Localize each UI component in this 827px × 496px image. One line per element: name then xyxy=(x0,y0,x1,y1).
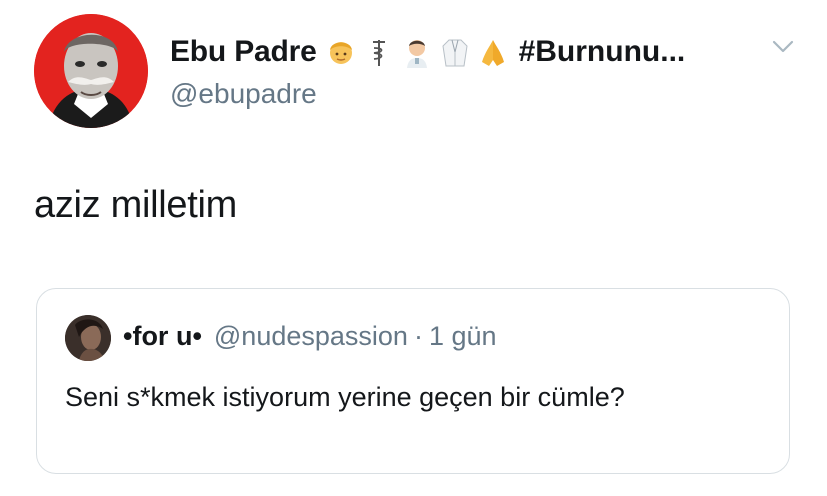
lab-coat-emoji-icon xyxy=(441,36,469,68)
author-name-row: Ebu Padre #Burnunu... xyxy=(170,32,810,72)
chevron-down-icon[interactable] xyxy=(772,40,794,54)
portrait-avatar-icon xyxy=(34,14,148,128)
author-handle[interactable]: @ebupadre xyxy=(170,78,317,110)
author-display-name[interactable]: Ebu Padre xyxy=(170,35,317,69)
folded-hands-emoji-icon xyxy=(479,36,507,68)
quoted-display-name[interactable]: •for u• xyxy=(123,321,202,352)
quoted-author-avatar[interactable] xyxy=(65,315,111,361)
tweet-text: aziz milletim xyxy=(34,184,238,226)
tweet-header: Ebu Padre #Burnunu... @ebupadre xyxy=(34,14,804,128)
author-hashtag[interactable]: #Burnunu... xyxy=(519,35,686,69)
quoted-header: •for u• @nudespassion · 1 gün xyxy=(123,321,497,352)
medical-symbol-emoji-icon xyxy=(365,36,393,68)
author-avatar[interactable] xyxy=(34,14,148,128)
quoted-timestamp[interactable]: 1 gün xyxy=(429,321,497,352)
separator-dot: · xyxy=(413,321,423,351)
quoted-tweet-text: Seni s*kmek istiyorum yerine geçen bir c… xyxy=(65,382,625,412)
man-health-worker-emoji-icon xyxy=(403,36,431,68)
quoted-handle[interactable]: @nudespassion xyxy=(214,321,408,352)
quoted-tweet-card[interactable]: •for u• @nudespassion · 1 gün Seni s*kme… xyxy=(36,288,790,474)
portrait-avatar-icon xyxy=(65,315,111,361)
person-blond-emoji-icon xyxy=(327,36,355,68)
